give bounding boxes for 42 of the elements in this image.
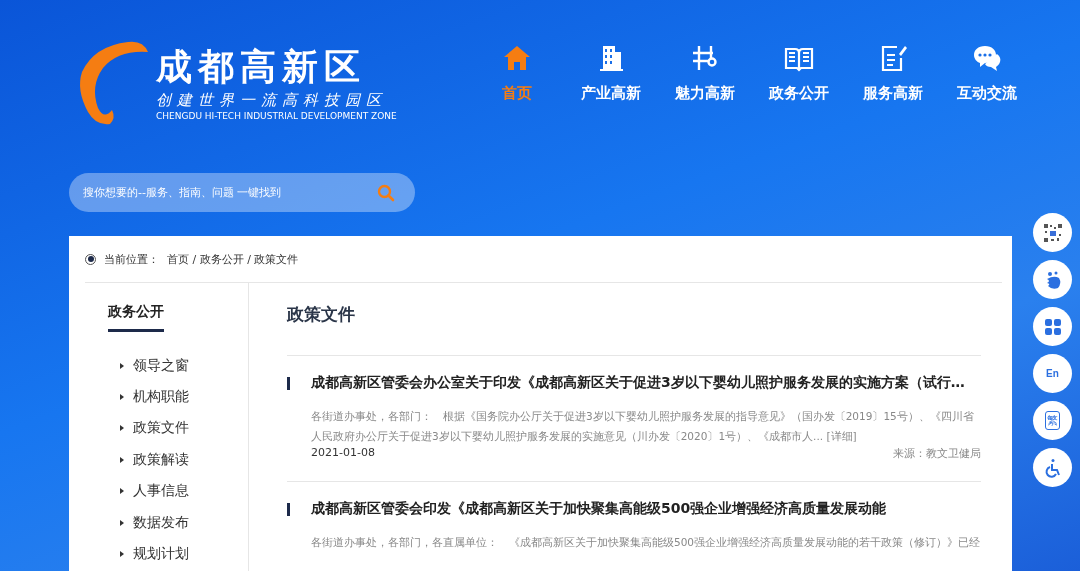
traditional-chinese-button[interactable]: 繁 [1033,401,1072,440]
title-marker [287,376,290,390]
article-summary: 各街道办事处，各部门，各直属单位： 《成都高新区关于加快聚集高能级500强企业增强经济高质量发展动能的若干政策（修订）》已经 [311,535,981,550]
logo-english-name: CHENGDU HI-TECH INDUSTRIAL DEVELOPMENT ZONE [156,110,397,122]
logo-slogan: 创建世界一流高科技园区 [156,90,388,110]
nav-item[interactable]: 政务公开 [752,38,846,103]
nav-item[interactable]: 魅力高新 [658,38,752,103]
article-date: 2021-01-08 [311,446,375,461]
mascot-button[interactable] [1033,260,1072,299]
section-title: 政策文件 [287,303,981,356]
bullet-icon [120,551,124,558]
accessibility-button[interactable] [1033,448,1072,487]
nav-item[interactable]: 互动交流 [940,38,1034,103]
title-marker [287,502,290,516]
bullet-icon [120,362,124,369]
sidebar-item[interactable]: 规划计划 [133,545,189,564]
sidebar-item[interactable]: 人事信息 [133,482,189,501]
article-title[interactable]: 成都高新区管委会办公室关于印发《成都高新区关于促进3岁以下婴幼儿照护服务发展的实施方案（试行… [311,374,965,392]
english-button[interactable]: En [1033,354,1072,393]
nav-item[interactable]: 产业高新 [564,38,658,103]
breadcrumb-label: 当前位置： [104,251,159,267]
article-summary: 各街道办事处，各部门： 根据《国务院办公厅关于促进3岁以下婴幼儿照护服务发展的指导意见》（国办发〔2019〕15号）、《四川省人民政府办公厅关于促进3岁以下婴幼儿照护服务发展的实施意见（川办发〔2020〕1号）、《成都市人... [详细] [311,409,975,444]
bullet-icon [120,519,124,526]
sidebar-item[interactable]: 数据发布 [133,513,189,532]
qr-code-icon [1041,221,1064,244]
logo-title: 成都高新区 [156,44,367,88]
sidebar-item[interactable]: 政策解读 [133,450,189,469]
sidebar-item[interactable]: 政策文件 [133,419,189,438]
article-source: 来源：教文卫健局 [893,446,981,461]
apps-button[interactable] [1033,307,1072,346]
article-title[interactable]: 成都高新区管委会印发《成都高新区关于加快聚集高能级500强企业增强经济高质量发展动能 [311,500,887,518]
qr-code-button[interactable] [1033,213,1072,252]
sidebar-title: 政务公开 [108,303,164,332]
bullet-icon [120,425,124,432]
nav-item[interactable]: 服务高新 [846,38,940,103]
bullet-icon [120,456,124,463]
bullet-icon [120,488,124,495]
bullet-icon [120,394,124,401]
details-link[interactable]: [详细] [826,430,857,442]
sidebar-item[interactable]: 领导之窗 [133,356,189,375]
breadcrumb-path[interactable]: 首页 / 政务公开 / 政策文件 [167,251,299,267]
sidebar-item[interactable]: 机构职能 [133,388,189,407]
